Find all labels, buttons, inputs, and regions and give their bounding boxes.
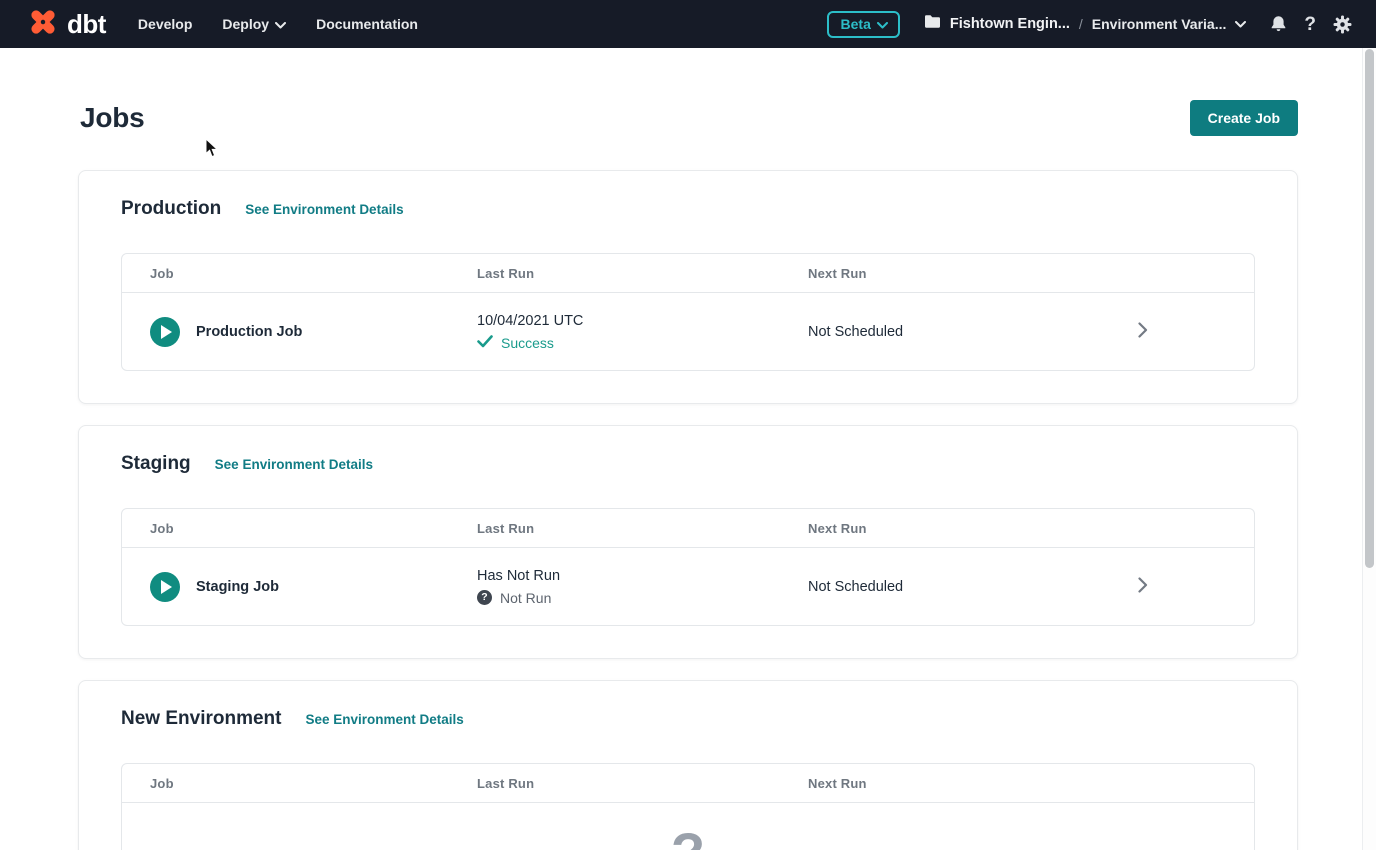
column-header-next-run: Next Run [808,266,1138,281]
status-label: Not Run [500,588,551,608]
column-header-job: Job [122,776,477,791]
settings-gear-icon[interactable] [1333,15,1352,34]
breadcrumb-project[interactable]: Fishtown Engin... [950,16,1070,32]
question-circle-icon: ? [477,590,492,605]
nav-develop[interactable]: Develop [138,16,192,32]
dbt-logo-icon [26,5,60,44]
breadcrumb[interactable]: Fishtown Engin... / Environment Varia... [924,14,1247,34]
last-run-date: Has Not Run [477,566,808,586]
chevron-right-icon[interactable] [1138,577,1148,597]
scrollbar-thumb[interactable] [1365,49,1374,568]
job-name: Staging Job [196,579,279,595]
breadcrumb-page[interactable]: Environment Varia... [1092,16,1227,32]
folder-icon [924,14,941,34]
empty-jobs-state: ? [122,803,1254,850]
scrollbar-track[interactable] [1362,48,1376,850]
column-header-next-run: Next Run [808,776,1138,791]
main-content: Jobs Create Job Production See Environme… [0,48,1376,850]
navbar-right: Beta Fishtown Engin... / Environment Var… [827,11,1352,38]
column-header-last-run: Last Run [477,266,808,281]
chevron-down-icon [1235,15,1246,33]
nav-documentation[interactable]: Documentation [316,16,418,32]
success-check-icon [477,333,493,353]
play-icon [161,325,172,339]
environment-card-new-environment: New Environment See Environment Details … [78,680,1298,850]
environment-name: Production [121,198,221,220]
next-run-value: Not Scheduled [808,579,1138,595]
next-run-value: Not Scheduled [808,324,1138,340]
app-root: dbt Develop Deploy Documentation Beta [0,0,1376,850]
job-name: Production Job [196,324,302,340]
environment-card-production: Production See Environment Details Job L… [78,170,1298,404]
column-header-job: Job [122,521,477,536]
last-run-date: 10/04/2021 UTC [477,311,808,331]
jobs-table-header: Job Last Run Next Run [122,254,1254,293]
jobs-table: Job Last Run Next Run ? [121,763,1255,850]
breadcrumb-separator: / [1079,16,1083,32]
notifications-bell-icon[interactable] [1270,15,1287,33]
job-row-production[interactable]: Production Job 10/04/2021 UTC Success No… [122,293,1254,370]
create-job-button[interactable]: Create Job [1190,100,1298,136]
jobs-table: Job Last Run Next Run Production Job 10/… [121,253,1255,371]
top-navbar: dbt Develop Deploy Documentation Beta [0,0,1376,48]
environment-name: New Environment [121,708,281,730]
environment-name: Staging [121,453,191,475]
chevron-down-icon [275,16,286,32]
environment-card-staging: Staging See Environment Details Job Last… [78,425,1298,659]
column-header-last-run: Last Run [477,521,808,536]
last-run-status: ? Not Run [477,588,808,608]
run-job-button[interactable] [150,317,180,347]
column-header-job: Job [122,266,477,281]
status-label: Success [501,333,554,353]
empty-state-question-icon: ? [671,803,705,850]
run-job-button[interactable] [150,572,180,602]
last-run-status: Success [477,333,808,353]
jobs-table-header: Job Last Run Next Run [122,509,1254,548]
main-nav: Develop Deploy Documentation [138,16,418,32]
job-row-staging[interactable]: Staging Job Has Not Run ? Not Run Not Sc… [122,548,1254,625]
beta-label: Beta [841,16,871,32]
help-icon[interactable]: ? [1304,15,1316,34]
navbar-icons: ? [1270,15,1352,34]
dbt-logo[interactable]: dbt [26,5,106,44]
nav-deploy[interactable]: Deploy [222,16,286,32]
see-environment-details-link[interactable]: See Environment Details [245,202,403,217]
see-environment-details-link[interactable]: See Environment Details [215,457,373,472]
see-environment-details-link[interactable]: See Environment Details [305,712,463,727]
chevron-right-icon[interactable] [1138,322,1148,342]
jobs-table-header: Job Last Run Next Run [122,764,1254,803]
page-title: Jobs [80,102,145,134]
beta-selector[interactable]: Beta [827,11,900,38]
chevron-down-icon [877,16,888,32]
jobs-table: Job Last Run Next Run Staging Job Has No… [121,508,1255,626]
play-icon [161,580,172,594]
nav-deploy-label: Deploy [222,16,269,32]
dbt-logo-text: dbt [67,11,106,37]
column-header-next-run: Next Run [808,521,1138,536]
column-header-last-run: Last Run [477,776,808,791]
